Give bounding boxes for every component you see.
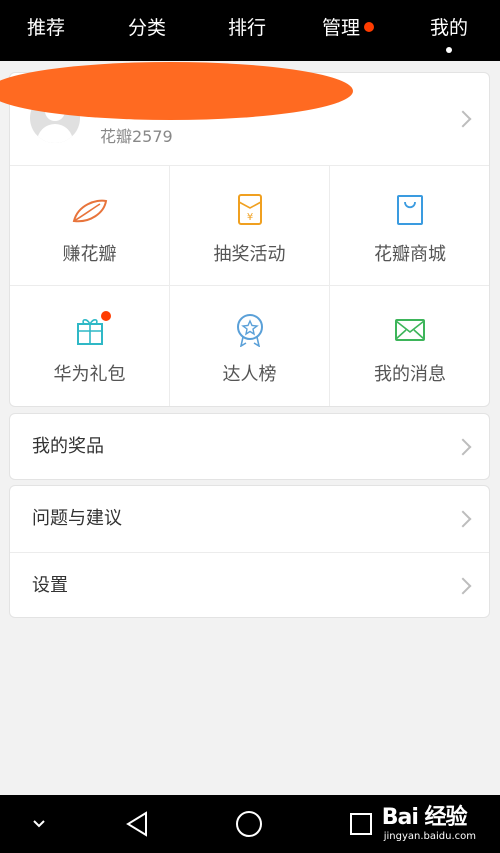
back-icon[interactable]: [122, 809, 152, 839]
username: 花瓣2579: [100, 127, 173, 146]
grid-item-top-users[interactable]: 达人榜: [170, 286, 330, 406]
chevron-right-icon: [454, 438, 472, 456]
chevron-right-icon: [454, 110, 472, 128]
grid-item-label: 花瓣商城: [374, 244, 446, 265]
grid-item-label: 抽奖活动: [213, 244, 286, 265]
tab-manage-label: 管理: [322, 17, 361, 39]
notification-dot: [364, 22, 375, 32]
prizes-card: 我的奖品: [9, 413, 490, 480]
shopping-bag-icon: [397, 195, 423, 225]
tab-manage[interactable]: 管理: [322, 0, 375, 61]
home-icon[interactable]: [234, 809, 264, 839]
grid-item-earn-petals[interactable]: 赚花瓣: [10, 166, 170, 286]
tab-mine[interactable]: 我的: [430, 0, 468, 61]
red-envelope-icon: ¥: [237, 194, 262, 225]
grid-item-label: 达人榜: [222, 364, 277, 385]
petal-icon: [72, 199, 107, 223]
menu-item-my-prizes[interactable]: 我的奖品: [10, 414, 489, 479]
watermark: Bai 经验 jingyan.baidu.com: [382, 799, 476, 842]
recent-apps-icon[interactable]: [348, 811, 374, 837]
menu-item-feedback[interactable]: 问题与建议: [10, 486, 489, 552]
active-tab-indicator: [446, 47, 452, 53]
envelope-icon: [395, 319, 425, 341]
notification-badge: [101, 311, 111, 321]
menu-item-label: 设置: [32, 575, 68, 596]
menu-item-settings[interactable]: 设置: [10, 553, 489, 617]
tab-mine-label: 我的: [430, 17, 469, 39]
grid-item-my-messages[interactable]: 我的消息: [330, 286, 489, 406]
settings-card: 问题与建议 设置: [9, 485, 490, 618]
top-navigation-bar: 推荐 分类 排行 管理 我的: [0, 0, 500, 61]
system-navigation-bar: Bai 经验 jingyan.baidu.com: [0, 795, 500, 853]
profile-card: 花瓣2579 赚花瓣 ¥ 抽奖活动 花瓣商城 华为礼包 达人榜 我的消息: [9, 72, 490, 407]
redaction-scribble: [0, 62, 353, 120]
grid-item-label: 我的消息: [374, 364, 446, 385]
watermark-url: jingyan.baidu.com: [383, 831, 476, 842]
menu-item-label: 我的奖品: [32, 436, 104, 457]
award-ribbon-icon: [236, 314, 263, 347]
feature-grid: 赚花瓣 ¥ 抽奖活动 花瓣商城 华为礼包 达人榜 我的消息: [10, 166, 489, 406]
watermark-brand: Bai 经验: [381, 805, 468, 830]
svg-text:¥: ¥: [246, 212, 252, 223]
tab-ranking[interactable]: 排行: [228, 0, 266, 61]
chevron-down-icon[interactable]: [30, 815, 48, 833]
menu-item-label: 问题与建议: [32, 508, 122, 529]
grid-item-label: 赚花瓣: [62, 244, 117, 265]
tab-recommend[interactable]: 推荐: [27, 0, 65, 61]
grid-item-label: 华为礼包: [53, 364, 126, 385]
chevron-right-icon: [454, 577, 472, 595]
tab-categories[interactable]: 分类: [128, 0, 166, 61]
grid-item-huawei-gift[interactable]: 华为礼包: [10, 286, 170, 406]
grid-item-lottery[interactable]: ¥ 抽奖活动: [170, 166, 330, 286]
grid-item-petal-mall[interactable]: 花瓣商城: [330, 166, 489, 286]
chevron-right-icon: [454, 510, 472, 528]
